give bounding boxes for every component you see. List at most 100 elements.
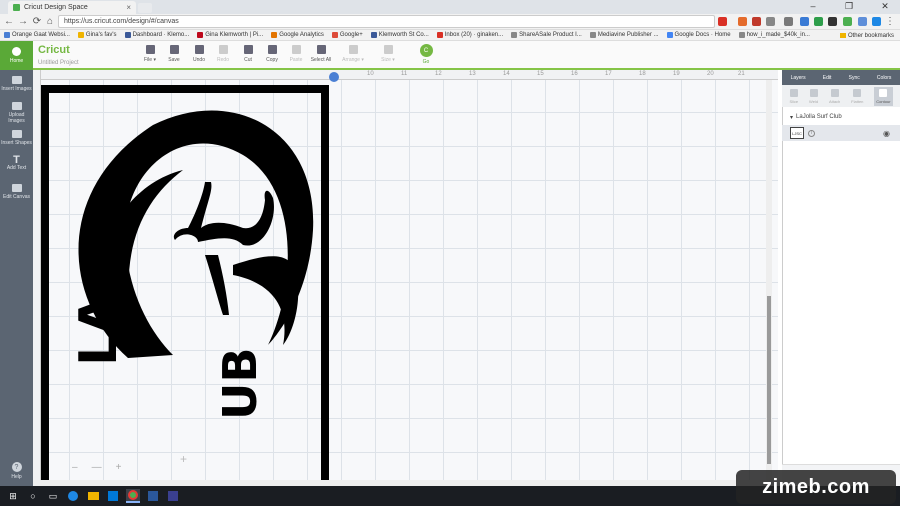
- insert-images-button[interactable]: Insert Images: [0, 76, 33, 92]
- copy-button[interactable]: Copy: [260, 45, 284, 63]
- weld-icon: [809, 88, 818, 97]
- maximize-button[interactable]: ❐: [836, 0, 862, 12]
- tab-sync[interactable]: Sync: [849, 75, 860, 81]
- tab-colors[interactable]: Colors: [877, 75, 891, 81]
- extension-icon[interactable]: [858, 17, 867, 26]
- bookmark[interactable]: Inbox (20) · ginaken...: [436, 32, 503, 38]
- extension-icon[interactable]: [814, 17, 823, 26]
- upload-images-button[interactable]: Upload Images: [0, 102, 33, 124]
- chrome-icon[interactable]: [126, 489, 140, 503]
- canvas-icon: [11, 184, 22, 192]
- task-view-icon[interactable]: ▭: [46, 489, 60, 503]
- page-icon: [738, 32, 745, 38]
- browser-menu-icon[interactable]: ⋮: [884, 15, 896, 28]
- info-icon[interactable]: i: [808, 129, 815, 137]
- store-icon[interactable]: [106, 489, 120, 503]
- forward-icon[interactable]: →: [17, 15, 29, 28]
- extension-icon[interactable]: [872, 17, 881, 26]
- cut-button[interactable]: Cut: [236, 45, 260, 63]
- home-button[interactable]: Home: [0, 41, 33, 70]
- bookmark[interactable]: Orange Gaat Websi...: [4, 32, 70, 38]
- design-artwork[interactable]: [33, 70, 778, 486]
- design-text-la[interactable]: LA: [69, 297, 129, 366]
- bookmark[interactable]: Google Docs · Home: [666, 32, 731, 38]
- paste-button[interactable]: Paste: [284, 45, 308, 63]
- layer-row[interactable]: LJSC i ◉: [782, 125, 900, 141]
- save-button[interactable]: Save: [162, 45, 186, 63]
- close-window-button[interactable]: ✕: [872, 0, 898, 12]
- surfer-figure: [173, 182, 274, 315]
- redo-button[interactable]: Redo: [211, 45, 235, 63]
- expand-chevron-icon[interactable]: ▾: [790, 114, 793, 121]
- extension-icon[interactable]: [752, 17, 761, 26]
- slice-button[interactable]: Slice: [789, 88, 798, 104]
- gmail-icon: [436, 32, 443, 38]
- bookmark[interactable]: Dashboard · Klemo...: [124, 32, 189, 38]
- other-bookmarks[interactable]: Other bookmarks: [839, 30, 894, 41]
- arrange-icon: [348, 45, 358, 54]
- tab-edit[interactable]: Edit: [823, 75, 832, 81]
- windows-start-icon[interactable]: ⊞: [6, 489, 20, 503]
- bookmark[interactable]: Google Analytics: [271, 32, 324, 38]
- zoom-in-button[interactable]: +: [116, 462, 122, 473]
- extension-icon[interactable]: [828, 17, 837, 26]
- design-canvas[interactable]: LA UB: [33, 70, 778, 486]
- eye-icon[interactable]: ◉: [883, 129, 890, 138]
- search-icon[interactable]: ○: [26, 489, 40, 503]
- edit-canvas-button[interactable]: Edit Canvas: [0, 184, 33, 200]
- bookmark[interactable]: ShareASale Product I...: [511, 32, 582, 38]
- bookmark[interactable]: Gina Klemworth | Pi...: [197, 32, 263, 38]
- ruler-number: 10: [367, 71, 374, 77]
- ruler-number: 21: [738, 71, 745, 77]
- attach-button[interactable]: Attach: [829, 88, 840, 104]
- design-text-ub[interactable]: UB: [213, 348, 267, 420]
- word-icon[interactable]: [146, 489, 160, 503]
- file-menu-button[interactable]: File ▾: [138, 45, 162, 63]
- surfboard-shape: [233, 256, 299, 345]
- extension-icon[interactable]: [800, 17, 809, 26]
- zoom-out-button[interactable]: –: [72, 462, 78, 473]
- home-icon[interactable]: ⌂: [44, 15, 56, 28]
- bookmark[interactable]: Mediavine Publisher ...: [589, 32, 659, 38]
- bookmark[interactable]: Gina's fav's: [77, 32, 117, 38]
- contour-button[interactable]: Contour: [874, 86, 893, 106]
- extension-icon[interactable]: [843, 17, 852, 26]
- extension-icon[interactable]: [718, 17, 727, 26]
- app-icon[interactable]: [166, 489, 180, 503]
- weld-button[interactable]: Weld: [809, 88, 818, 104]
- go-button[interactable]: C Go: [414, 44, 438, 65]
- minimize-button[interactable]: –: [800, 0, 826, 12]
- layer-group[interactable]: ▾ LaJolla Surf Club: [782, 110, 900, 124]
- ruler-number: 12: [435, 71, 442, 77]
- back-icon[interactable]: ←: [3, 15, 15, 28]
- vertical-scroll-thumb[interactable]: [767, 296, 771, 464]
- extension-icon[interactable]: [766, 17, 775, 26]
- ruler-number: 15: [537, 71, 544, 77]
- file-explorer-icon[interactable]: [86, 489, 100, 503]
- vertical-ruler: [33, 70, 41, 486]
- undo-button[interactable]: Undo: [187, 45, 211, 63]
- crosshair-cursor-icon: +: [180, 452, 188, 466]
- flatten-button[interactable]: Flatten: [851, 88, 863, 104]
- reload-icon[interactable]: ⟳: [31, 15, 43, 28]
- bookmark[interactable]: how_i_made_$40k_in...: [738, 32, 810, 38]
- folder-icon: [839, 33, 846, 38]
- insert-shapes-button[interactable]: Insert Shapes: [0, 130, 33, 146]
- edge-icon[interactable]: [66, 489, 80, 503]
- tab-layers[interactable]: Layers: [791, 75, 806, 81]
- contour-icon: [879, 88, 888, 97]
- select-all-button[interactable]: Select All: [309, 45, 333, 63]
- size-menu-button[interactable]: Size ▾: [376, 45, 400, 63]
- extension-icon[interactable]: [738, 17, 747, 26]
- bookmark[interactable]: Klemworth St Co...: [370, 32, 429, 38]
- extension-icon[interactable]: [784, 17, 793, 26]
- address-bar[interactable]: https://us.cricut.com/design/#/canvas: [58, 15, 715, 28]
- help-button[interactable]: ? Help: [0, 462, 33, 480]
- add-text-button[interactable]: T Add Text: [0, 155, 33, 172]
- rotate-handle-icon[interactable]: [329, 72, 339, 82]
- bookmark[interactable]: Google+: [331, 32, 363, 38]
- browser-tab[interactable]: Cricut Design Space ×: [8, 1, 136, 14]
- close-tab-icon[interactable]: ×: [126, 3, 131, 12]
- arrange-menu-button[interactable]: Arrange ▾: [341, 45, 365, 63]
- new-tab-button[interactable]: [138, 3, 152, 13]
